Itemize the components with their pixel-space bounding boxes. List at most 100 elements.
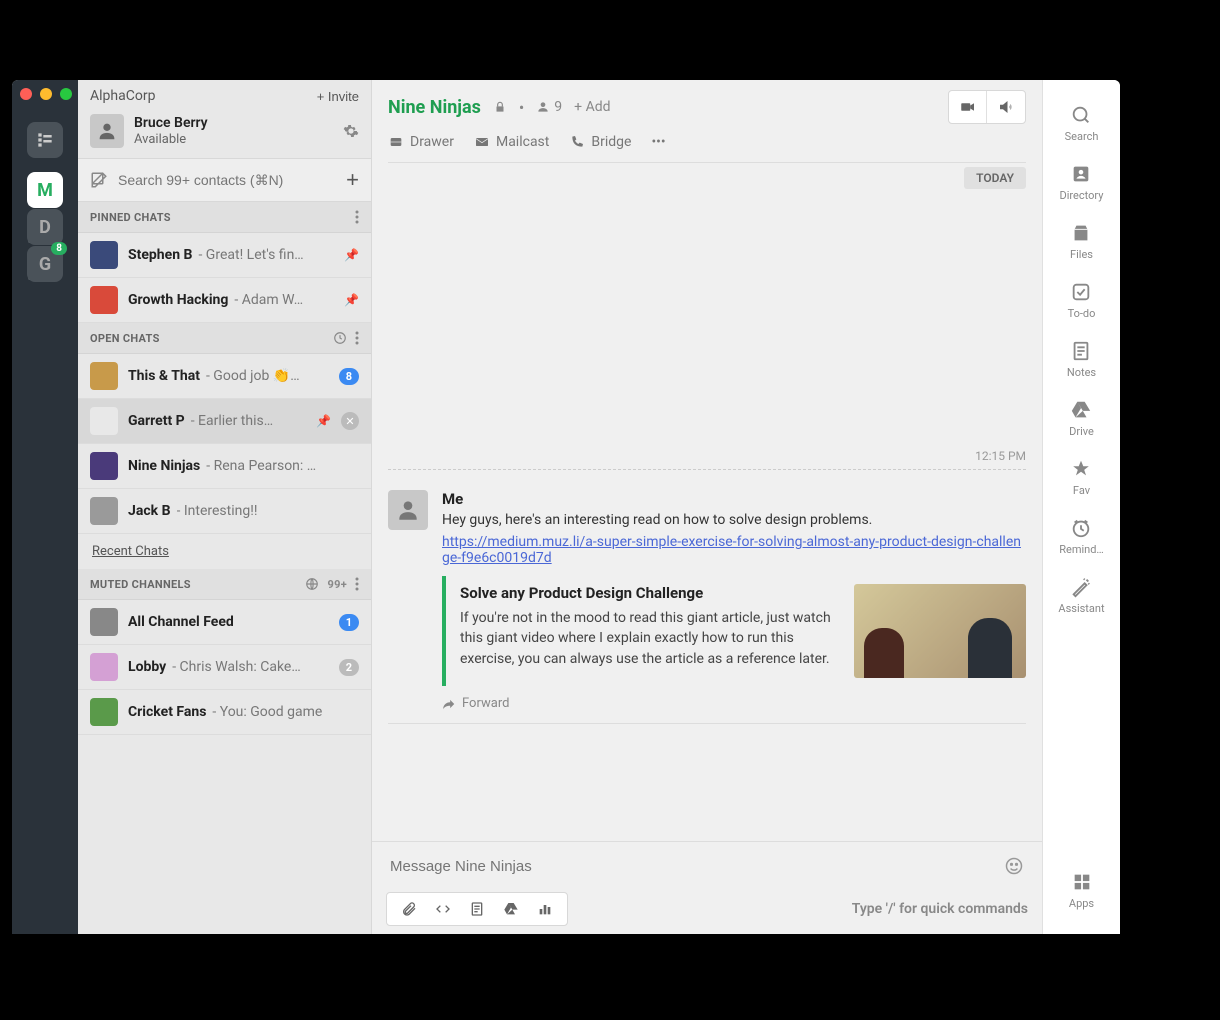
person-icon [536,100,550,114]
message-author: Me [442,490,1026,508]
drive-button[interactable] [503,901,519,917]
app-logo[interactable] [27,122,63,158]
window-minimize[interactable] [40,88,52,100]
tab-mailcast[interactable]: Mailcast [474,134,549,150]
chat-preview: - Good job 👏… [206,368,329,384]
user-name: Bruce Berry [134,115,333,132]
chat-name: Stephen B [128,247,192,263]
workspace-item[interactable]: D [27,209,63,245]
chat-item[interactable]: Garrett P- Earlier this…📌✕ [78,399,371,444]
code-snippet-button[interactable] [435,901,451,917]
more-icon[interactable] [355,210,359,224]
composer-hint: Type '/' for quick commands [852,901,1028,917]
rail-label: To-do [1068,307,1096,320]
channel-name[interactable]: Nine Ninjas [388,97,481,118]
history-icon[interactable] [333,331,347,345]
message-avatar[interactable] [388,490,428,530]
tab-bridge[interactable]: Bridge [569,134,631,150]
mail-icon [474,134,490,150]
attach-file-button[interactable] [401,901,417,917]
rail-label: Assistant [1058,602,1104,615]
search-input[interactable] [118,172,336,188]
forward-icon [442,697,456,711]
message-link[interactable]: https://medium.muz.li/a-super-simple-exe… [442,534,1026,566]
chat-name: Nine Ninjas [128,458,200,474]
drawer-icon [388,134,404,150]
tab-drawer[interactable]: Drawer [388,134,454,150]
compose-icon[interactable] [90,171,108,189]
add-member-button[interactable]: + Add [574,99,610,115]
message-input[interactable] [390,858,1004,875]
star-icon [1070,458,1092,480]
rail-todo[interactable]: To-do [1058,271,1104,330]
rail-drive[interactable]: Drive [1058,389,1104,448]
close-icon[interactable]: ✕ [341,412,359,430]
link-card-image [854,584,1026,678]
emoji-button[interactable] [1004,856,1024,876]
forward-button[interactable]: Forward [442,696,1026,711]
chat-preview: - Chris Walsh: Cake… [172,659,328,675]
more-icon[interactable] [355,331,359,345]
chat-avatar [90,362,118,390]
tab-more[interactable]: ••• [651,134,665,150]
apps-icon [1071,871,1093,893]
chat-avatar [90,653,118,681]
chat-avatar [90,286,118,314]
chat-name: Growth Hacking [128,292,228,308]
workspace-item[interactable]: G8 [27,246,63,282]
chat-item[interactable]: Lobby- Chris Walsh: Cake…2 [78,645,371,690]
audio-call-button[interactable] [987,91,1025,123]
rail-directory[interactable]: Directory [1058,153,1104,212]
rail-search[interactable]: Search [1058,94,1104,153]
document-button[interactable] [469,901,485,917]
link-preview-card[interactable]: Solve any Product Design Challenge If yo… [442,576,1026,686]
chat-item[interactable]: This & That- Good job 👏…8 [78,354,371,399]
org-name[interactable]: AlphaCorp [90,88,155,104]
window-close[interactable] [20,88,32,100]
recent-chats-link[interactable]: Recent Chats [78,534,371,569]
chat-item[interactable]: Stephen B- Great! Let's fin…📌 [78,233,371,278]
chat-item[interactable]: Cricket Fans- You: Good game [78,690,371,735]
rail-clock[interactable]: Remind… [1058,507,1104,566]
drive-icon [1070,399,1092,421]
section-title: OPEN CHATS [90,332,160,345]
chat-avatar [90,698,118,726]
gear-icon[interactable] [343,123,359,139]
rail-apps[interactable]: Apps [1043,861,1120,920]
rail-files[interactable]: Files [1058,212,1104,271]
rail-star[interactable]: Fav [1058,448,1104,507]
invite-button[interactable]: + Invite [317,89,359,104]
message-text: Hey guys, here's an interesting read on … [442,512,1026,528]
phone-icon [569,134,585,150]
lock-icon [493,100,507,114]
workspace-badge: 8 [51,242,67,255]
more-icon[interactable] [355,577,359,591]
rail-label: Remind… [1059,543,1104,556]
poll-button[interactable] [537,901,553,917]
rail-notes[interactable]: Notes [1058,330,1104,389]
new-chat-button[interactable]: + [346,167,359,193]
rail-wand[interactable]: Assistant [1058,566,1104,625]
main-area: Nine Ninjas • 9 + Add Drawer Mailcast Br… [372,80,1042,934]
message: Me Hey guys, here's an interesting read … [388,482,1026,724]
chat-item[interactable]: Jack B- Interesting!! [78,489,371,534]
chat-name: All Channel Feed [128,614,234,630]
chat-preview: - Rena Pearson: … [206,458,359,474]
section-pinned-header: PINNED CHATS [78,202,371,233]
member-count[interactable]: 9 [536,99,562,115]
section-title: MUTED CHANNELS [90,578,191,591]
window-maximize[interactable] [60,88,72,100]
chat-preview: - Great! Let's fin… [198,247,334,263]
workspace-item[interactable]: M [27,172,63,208]
chat-item[interactable]: Growth Hacking- Adam W…📌 [78,278,371,323]
chat-name: Cricket Fans [128,704,206,720]
chat-item[interactable]: All Channel Feed1 [78,600,371,645]
globe-icon[interactable] [305,577,319,591]
separator-dot: • [519,98,524,117]
date-chip: TODAY [964,167,1026,189]
chat-item[interactable]: Nine Ninjas - Rena Pearson: … [78,444,371,489]
video-call-button[interactable] [949,91,987,123]
chat-preview: - Interesting!! [177,503,360,519]
user-avatar[interactable] [90,114,124,148]
link-card-desc: If you're not in the mood to read this g… [460,608,840,669]
